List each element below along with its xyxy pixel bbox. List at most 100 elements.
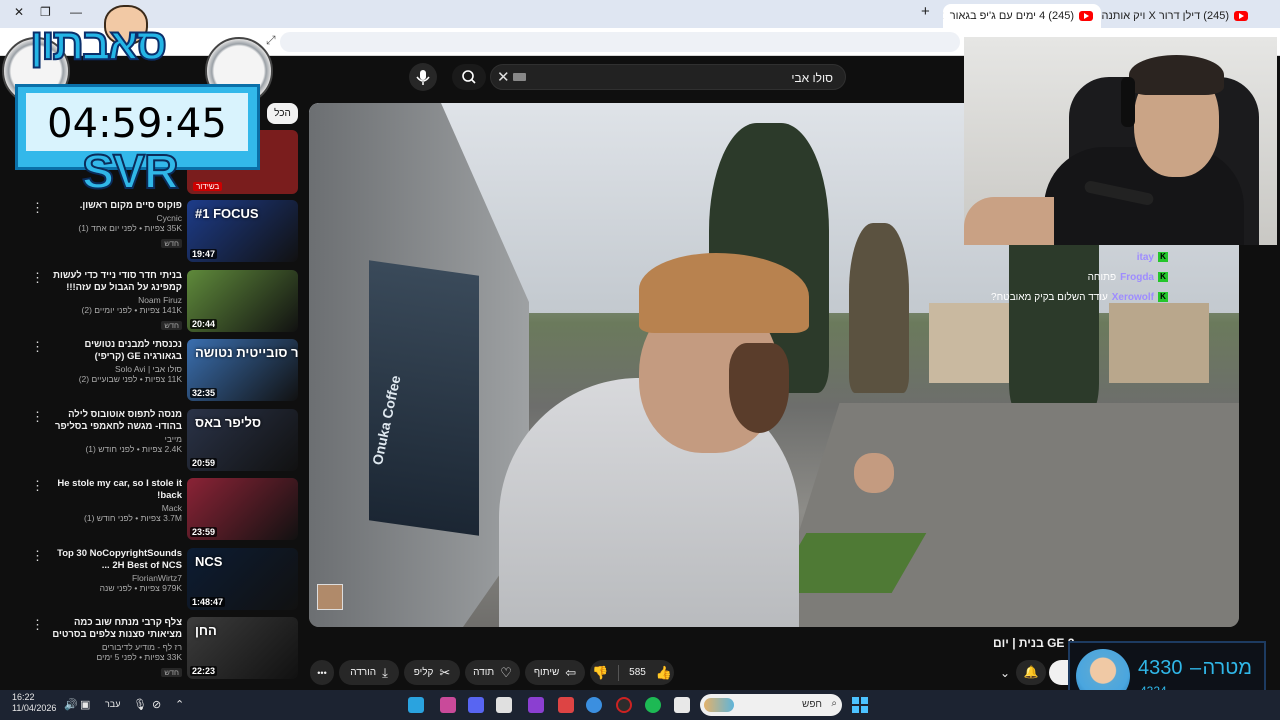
- tab-active[interactable]: (245) 4 ימים עם ג'יפ בגאור ✕: [943, 4, 1101, 28]
- more-options-icon[interactable]: ⋮: [31, 618, 44, 631]
- goal-separator: –: [1190, 657, 1202, 679]
- tab-inactive[interactable]: (245) דילן דרור X ויק אותנה - יו ✕: [1101, 4, 1256, 28]
- windows-start-icon[interactable]: [852, 697, 868, 713]
- related-video-title[interactable]: פוקוס סיים מקום ראשון.: [50, 200, 182, 212]
- filter-chip-all[interactable]: הכל: [267, 103, 298, 124]
- share-button[interactable]: ⇦ שיתוף: [525, 660, 585, 685]
- url-field[interactable]: [280, 32, 960, 52]
- related-video-title[interactable]: מנסה לתפוס אוטובוס לילה בהודו- מגשה לחאמ…: [50, 409, 182, 433]
- streamer-webcam: [964, 37, 1277, 245]
- related-video-thumbnail[interactable]: סליפר באס 20:59: [187, 409, 298, 471]
- related-video-title[interactable]: בניתי חדר סודי נייד כדי לעשות קמפינג על …: [50, 270, 182, 294]
- search-input[interactable]: ✕ סולו אבי: [490, 64, 846, 90]
- related-video-item[interactable]: ⋮ Top 30 NoCopyrightSounds 2H Best of NCS…: [0, 548, 300, 614]
- download-button[interactable]: ⤓ הורדה: [339, 660, 399, 685]
- camera-off-icon[interactable]: ⊘: [152, 698, 161, 711]
- chat-text: פתוחה: [1087, 271, 1117, 283]
- related-video-meta: He stole my car, so I stole it back! Mack…: [50, 478, 182, 523]
- clip-button[interactable]: ✂ קליפ: [404, 660, 460, 685]
- thumbs-down-icon[interactable]: 👎: [592, 665, 608, 681]
- more-options-icon[interactable]: ⋮: [31, 340, 44, 353]
- discord-icon[interactable]: [468, 697, 484, 713]
- related-video-title[interactable]: נכנסתי למבנים נטושים בגאורגיה GE (קריפי): [50, 339, 182, 363]
- related-video-title[interactable]: Top 30 NoCopyrightSounds 2H Best of NCS …: [50, 548, 182, 572]
- related-video-channel[interactable]: מייבי: [50, 434, 182, 444]
- video-title: GE 2 בנית | יום: [993, 636, 1075, 650]
- channel-watermark-avatar[interactable]: [317, 584, 343, 610]
- related-video-item[interactable]: ⋮ נכנסתי למבנים נטושים בגאורגיה GE (קריפי…: [0, 339, 300, 405]
- chevron-up-icon[interactable]: ⌃: [175, 698, 184, 711]
- notification-bell-button[interactable]: 🔔: [1016, 660, 1046, 685]
- obs-icon[interactable]: [616, 697, 632, 713]
- related-video-thumbnail[interactable]: החן 22:23: [187, 617, 298, 679]
- thanks-button[interactable]: ♡ תודה: [465, 660, 520, 685]
- view-count: 33K צפיות: [144, 652, 182, 662]
- related-video-title[interactable]: צלף קרבי מנתח שוב כמה מציאותי סצנות צלפי…: [50, 617, 182, 641]
- microphone-tray-icon[interactable]: 🎙: [133, 698, 147, 711]
- tab-close-icon[interactable]: ✕: [943, 9, 945, 23]
- chat-username: Frogda: [1120, 271, 1154, 283]
- view-count: 141K צפיות: [139, 305, 182, 315]
- taskbar-search[interactable]: חפש ⌕: [700, 694, 842, 716]
- related-video-channel[interactable]: רז לף - מודיע לדיבורים: [50, 642, 182, 652]
- close-window-icon[interactable]: ✕: [14, 5, 24, 19]
- chat-text: עודד השלום בקיק מאובטח?: [991, 291, 1108, 303]
- view-count: 2.4K צפיות: [142, 444, 182, 454]
- volume-icon[interactable]: 🔊: [64, 698, 78, 711]
- more-options-icon[interactable]: ⋮: [31, 479, 44, 492]
- language-indicator[interactable]: עבר: [105, 699, 120, 709]
- related-video-meta: פוקוס סיים מקום ראשון. Cycnic 35K צפיות • …: [50, 200, 182, 251]
- chrome-icon[interactable]: [586, 697, 602, 713]
- related-video-channel[interactable]: FlorianWirtz7: [50, 573, 182, 583]
- thumbnail-caption: #1 FOCUS: [195, 206, 259, 221]
- more-options-icon[interactable]: ⋮: [31, 410, 44, 423]
- related-video-item[interactable]: ⋮ מנסה לתפוס אוטובוס לילה בהודו- מגשה לחא…: [0, 409, 300, 475]
- new-badge: חדש: [161, 321, 182, 330]
- new-tab-button[interactable]: +: [921, 3, 930, 20]
- webcam-hair: [1129, 55, 1224, 95]
- related-video-channel[interactable]: סולו אבי | Solo Avi: [50, 364, 182, 374]
- related-video-thumbnail[interactable]: NCS 1:48:47: [187, 548, 298, 610]
- related-video-title[interactable]: He stole my car, so I stole it back!: [50, 478, 182, 502]
- restore-window-icon[interactable]: ❐: [40, 5, 51, 19]
- taskbar-search-placeholder: חפש: [802, 699, 822, 710]
- clear-search-icon[interactable]: ✕: [497, 68, 510, 86]
- network-icon[interactable]: ▣: [80, 698, 90, 711]
- more-icon: •••: [317, 667, 327, 678]
- more-options-icon[interactable]: ⋮: [31, 549, 44, 562]
- related-video-item[interactable]: ⋮ בניתי חדר סודי נייד כדי לעשות קמפינג על…: [0, 270, 300, 336]
- related-video-thumbnail[interactable]: 23:59: [187, 478, 298, 540]
- thumbs-up-icon[interactable]: 👍: [656, 665, 672, 681]
- file-explorer-icon[interactable]: [674, 697, 690, 713]
- voice-search-button[interactable]: [409, 63, 437, 91]
- related-video-channel[interactable]: Noam Firuz: [50, 295, 182, 305]
- search-button[interactable]: [452, 64, 486, 90]
- video-person-hand: [854, 453, 894, 493]
- more-options-icon[interactable]: ⋮: [31, 201, 44, 214]
- related-video-meta: נכנסתי למבנים נטושים בגאורגיה GE (קריפי)…: [50, 339, 182, 384]
- related-video-channel[interactable]: Cycnic: [50, 213, 182, 223]
- taskbar-clock[interactable]: 16:22 11/04/2026: [12, 692, 56, 714]
- cast-icon[interactable]: ⤢: [266, 33, 276, 48]
- related-video-thumbnail[interactable]: 20:44: [187, 270, 298, 332]
- keyboard-icon[interactable]: [513, 73, 526, 81]
- related-video-thumbnail[interactable]: עיר סובייטית נטושה 32:35: [187, 339, 298, 401]
- app-icon[interactable]: [496, 697, 512, 713]
- youtube-favicon-icon: [1234, 11, 1248, 21]
- app-icon[interactable]: [440, 697, 456, 713]
- app-icon[interactable]: [528, 697, 544, 713]
- more-actions-button[interactable]: •••: [310, 660, 334, 685]
- app-icon[interactable]: [558, 697, 574, 713]
- related-video-item[interactable]: ⋮ He stole my car, so I stole it back! Mac…: [0, 478, 300, 544]
- related-video-item[interactable]: ⋮ צלף קרבי מנתח שוב כמה מציאותי סצנות צלפ…: [0, 617, 300, 683]
- more-options-icon[interactable]: ⋮: [31, 271, 44, 284]
- related-video-channel[interactable]: Mack: [50, 503, 182, 513]
- related-video-thumbnail[interactable]: #1 FOCUS 19:47: [187, 200, 298, 262]
- related-video-stats: 2.4K צפיות • לפני חודש (1): [85, 444, 182, 454]
- search-highlight-icon: [704, 698, 734, 712]
- chevron-down-icon[interactable]: ⌄: [1000, 666, 1010, 680]
- related-video-item[interactable]: ⋮ פוקוס סיים מקום ראשון. Cycnic 35K צפיות •…: [0, 200, 300, 266]
- spotify-icon[interactable]: [645, 697, 661, 713]
- telegram-icon[interactable]: [408, 697, 424, 713]
- minimize-window-icon[interactable]: —: [70, 5, 82, 19]
